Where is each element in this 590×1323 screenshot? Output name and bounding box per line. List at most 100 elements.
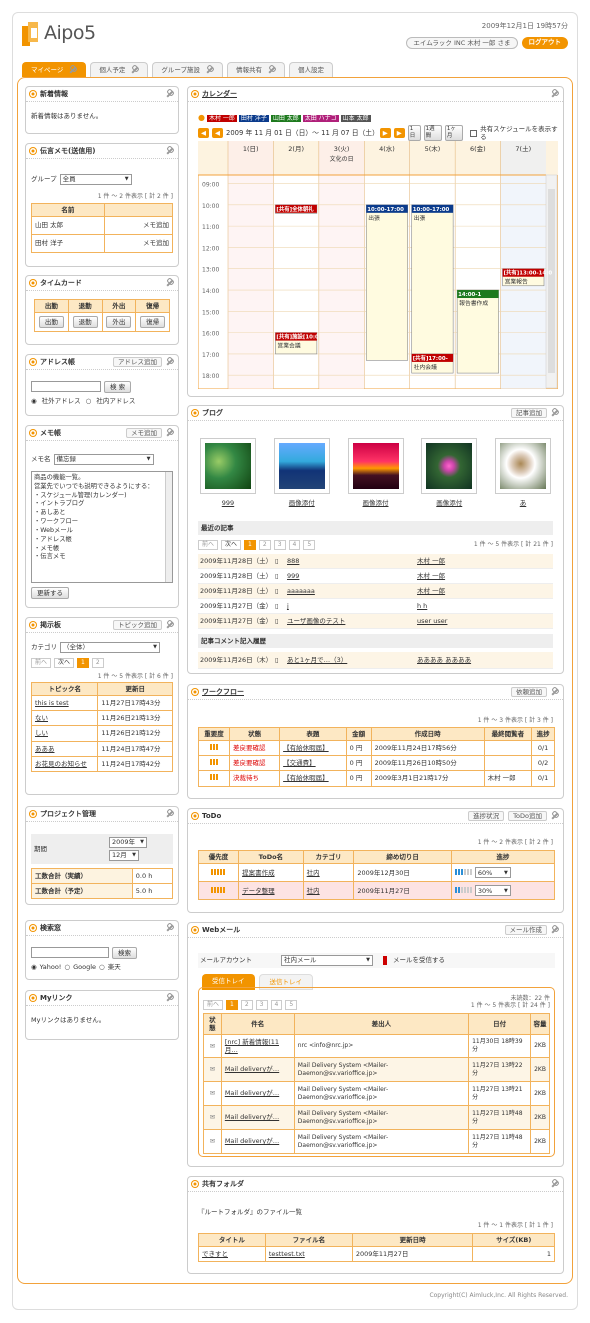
settings-icon[interactable] <box>166 924 174 932</box>
page-link[interactable]: 2 <box>91 658 104 668</box>
settings-icon[interactable] <box>551 812 559 820</box>
todo-col[interactable]: 優先度 <box>197 849 240 865</box>
memo-add-link[interactable]: メモ追加 <box>143 239 169 247</box>
progress-select[interactable]: 60% <box>474 867 511 879</box>
settings-icon[interactable] <box>166 358 174 366</box>
page-link[interactable]: 5 <box>285 1000 298 1010</box>
prev-page[interactable]: 前へ <box>31 658 52 668</box>
comment-author[interactable]: ああああ ああああ <box>415 652 553 669</box>
mail-subject[interactable]: Mail deliveryが… <box>220 1081 295 1106</box>
article-link[interactable]: aaaaaaa <box>285 583 415 600</box>
page-link[interactable]: 1 <box>244 540 256 550</box>
settings-icon[interactable] <box>166 90 174 98</box>
settings-icon[interactable] <box>551 926 559 934</box>
web-search-input[interactable] <box>31 947 109 958</box>
category-select[interactable]: （全体） <box>60 642 160 653</box>
todo-category[interactable]: 社内 <box>302 863 355 883</box>
article-author[interactable]: h h <box>415 598 553 615</box>
file-title-link[interactable]: できすと <box>198 1246 266 1263</box>
next-week-icon[interactable]: ▶ <box>393 128 405 139</box>
notepad-update-button[interactable]: 更新する <box>31 587 69 600</box>
workflow-link[interactable]: 【有給休暇届】 <box>279 740 347 757</box>
settings-icon[interactable] <box>166 147 174 155</box>
topic-add-button[interactable]: トピック追加 <box>113 619 162 631</box>
page-link[interactable]: 2 <box>240 1000 253 1010</box>
article-link[interactable]: ユーザ画像のテスト <box>285 613 415 630</box>
article-author[interactable]: user user <box>415 613 553 630</box>
todo-link[interactable]: データ整理 <box>238 881 304 901</box>
table-row[interactable]: ✉ Mail deliveryが… Mail Delivery System <Ma… <box>203 1057 550 1082</box>
calendar-title[interactable]: カレンダー <box>202 90 237 99</box>
day-header[interactable]: 5(木) <box>425 144 441 153</box>
calendar-person-tag[interactable]: 木村 一郎 <box>206 114 237 122</box>
blog-thumb[interactable]: 999 <box>198 438 258 507</box>
topic-link[interactable]: ない <box>30 710 99 727</box>
mail-col[interactable]: 差出人 <box>293 1012 470 1035</box>
mail-subject[interactable]: Mail deliveryが… <box>220 1129 295 1154</box>
prev-page[interactable]: 前へ <box>203 1000 224 1010</box>
calendar-person-tag[interactable]: 山本 太郎 <box>340 114 371 122</box>
clock-in-button[interactable]: 出勤 <box>38 316 64 329</box>
todo-category[interactable]: 社内 <box>302 881 355 901</box>
calendar-event[interactable] <box>365 204 409 361</box>
workflow-link[interactable]: 【有給休暇届】 <box>279 770 347 787</box>
receive-mail-button[interactable]: メールを受信する <box>393 956 445 964</box>
page-link[interactable]: 4 <box>270 1000 283 1010</box>
topic-link[interactable]: あああ <box>30 740 99 757</box>
prev-day-icon[interactable]: ◀ <box>212 128 223 139</box>
workflow-link[interactable]: 【交通費】 <box>279 755 347 772</box>
workflow-col[interactable]: 状態 <box>229 726 281 742</box>
workflow-col[interactable]: 進捗 <box>531 726 555 742</box>
page-link[interactable]: 3 <box>273 540 286 550</box>
event-title[interactable]: 営業会議 <box>277 342 300 350</box>
settings-icon[interactable] <box>69 66 77 74</box>
todo-col[interactable]: カテゴリ <box>302 849 355 865</box>
blog-thumb[interactable]: あ <box>493 438 553 507</box>
memo-add-link[interactable]: メモ追加 <box>143 221 169 229</box>
workflow-col[interactable]: 表題 <box>279 726 347 742</box>
page-link[interactable]: 3 <box>255 1000 268 1010</box>
mail-col[interactable]: 日付 <box>468 1012 532 1035</box>
calendar-person-tag[interactable]: 田村 洋子 <box>238 114 269 122</box>
view-day-button[interactable]: 1日 <box>407 125 421 141</box>
mail-account-select[interactable]: 社内メール <box>281 955 373 966</box>
article-author[interactable]: 木村 一郎 <box>415 553 553 569</box>
col-filename[interactable]: ファイル名 <box>264 1232 353 1248</box>
blog-thumb[interactable]: 画像添付 <box>346 438 406 507</box>
col-size[interactable]: サイズ(KB) <box>472 1232 555 1248</box>
todo-add-button[interactable]: ToDo追加 <box>508 810 547 822</box>
article-link[interactable]: j <box>285 598 415 615</box>
event-title[interactable]: 営業報告 <box>505 278 528 286</box>
month-select[interactable]: 12月 <box>109 850 139 861</box>
page-link[interactable]: 1 <box>226 1000 238 1010</box>
clock-out-button[interactable]: 退勤 <box>72 316 98 329</box>
settings-icon[interactable] <box>551 90 559 98</box>
mail-col[interactable]: 件名 <box>220 1012 295 1035</box>
workflow-col[interactable]: 重要度 <box>197 726 231 742</box>
tab-schedule[interactable]: 個人予定 <box>90 62 149 77</box>
user-name[interactable]: エイムラック INC 木村 一郎 さま <box>406 36 518 49</box>
todo-col[interactable]: ToDo名 <box>238 849 304 865</box>
col-updated[interactable]: 更新日 <box>97 681 173 697</box>
radio-icon[interactable]: ○ <box>86 397 92 405</box>
settings-icon[interactable] <box>268 66 276 74</box>
calendar-person-tag[interactable]: 太田 ハナコ <box>302 114 339 122</box>
todo-link[interactable]: 提案書作成 <box>238 863 304 883</box>
scrollbar[interactable] <box>165 472 172 582</box>
day-header[interactable]: 7(土) <box>515 144 531 153</box>
workflow-title[interactable]: ワークフロー <box>202 688 244 697</box>
workflow-col[interactable]: 最終閲覧者 <box>483 726 533 742</box>
todo-col[interactable]: 締め切り日 <box>353 849 452 865</box>
prev-week-icon[interactable]: ◀ <box>198 128 209 139</box>
event-title[interactable]: 報告書作成 <box>459 299 488 307</box>
settings-icon[interactable] <box>131 66 139 74</box>
blog-thumb[interactable]: 画像添付 <box>272 438 332 507</box>
table-row[interactable]: ✉ [nrc] 新着情報(11月… nrc <info@nrc.jp> 11月30日 … <box>203 1033 550 1059</box>
next-day-icon[interactable]: ▶ <box>379 128 391 139</box>
article-author[interactable]: 木村 一郎 <box>415 568 553 584</box>
web-search-button[interactable]: 検索 <box>112 947 137 960</box>
radio-selected-icon[interactable]: ◉ <box>31 397 37 405</box>
col-topic[interactable]: トピック名 <box>30 681 99 697</box>
article-link[interactable]: 888 <box>285 553 415 569</box>
radio-icon[interactable]: ○ <box>64 963 70 971</box>
